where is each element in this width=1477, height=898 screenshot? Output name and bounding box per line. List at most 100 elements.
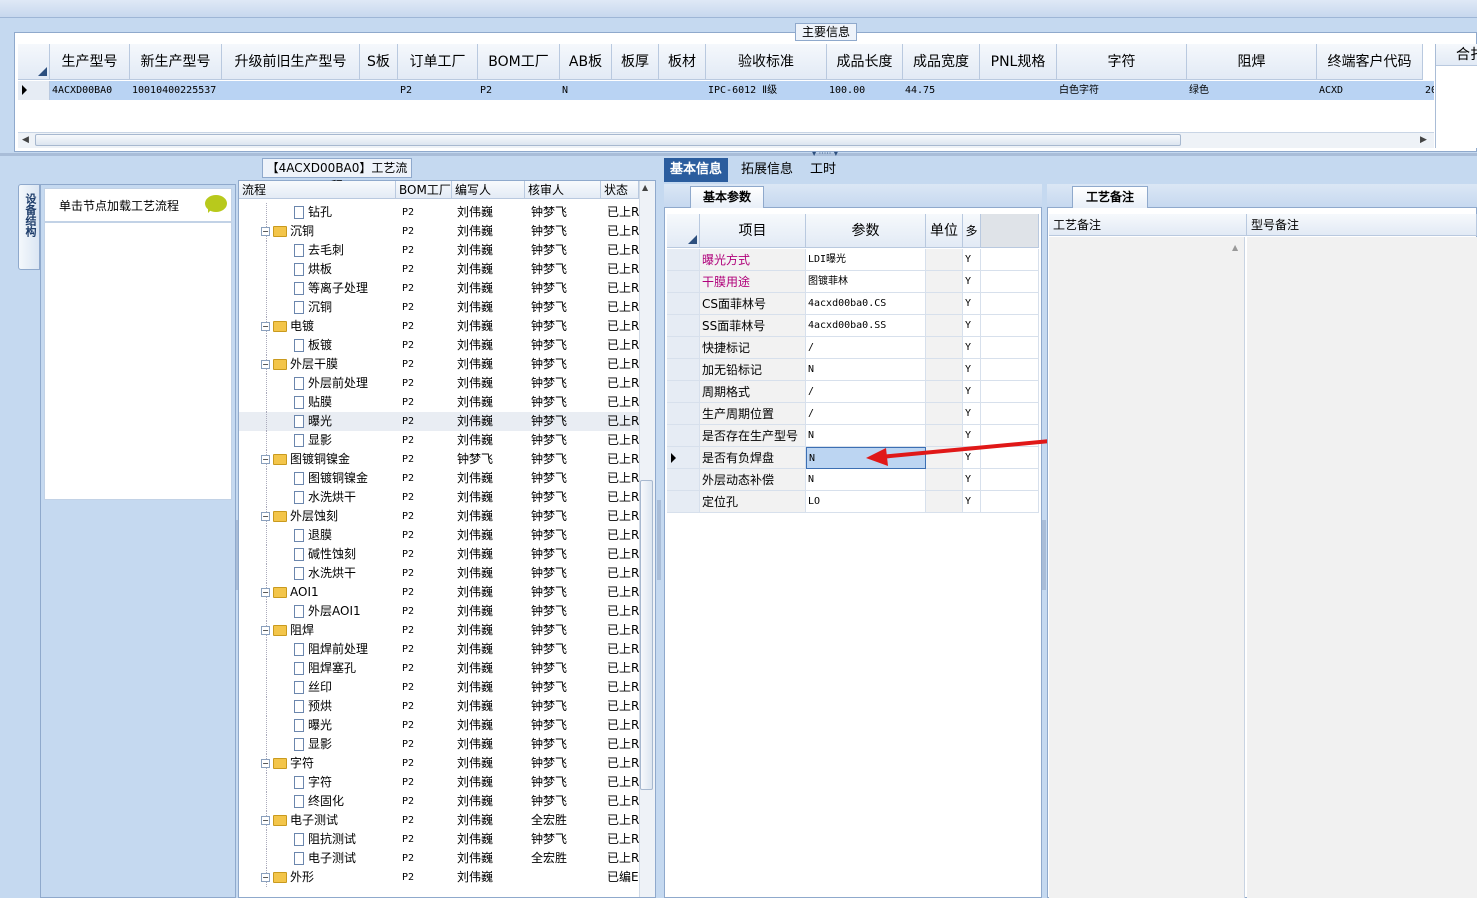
- collapse-toggle-icon[interactable]: −: [261, 626, 270, 635]
- process-tree-row[interactable]: 电子测试 P2 刘伟巍 全宏胜 已上R: [239, 849, 639, 868]
- horizontal-scroll-thumb[interactable]: [35, 134, 1181, 146]
- col-ab-board-cell[interactable]: N: [560, 81, 612, 100]
- collapse-toggle-icon[interactable]: −: [261, 455, 270, 464]
- param-row[interactable]: SS面菲林号 4acxd00ba0.SS Y: [667, 315, 1039, 337]
- param-val-cell[interactable]: 图镀菲林: [806, 271, 926, 293]
- process-tree-row[interactable]: 水洗烘干 P2 刘伟巍 钟梦飞 已上R: [239, 564, 639, 583]
- col-length-cell[interactable]: 100.00: [827, 81, 903, 100]
- col-width-cell[interactable]: 44.75: [903, 81, 980, 100]
- process-tree-row[interactable]: − 电镀 P2 刘伟巍 钟梦飞 已上R: [239, 317, 639, 336]
- params-grid-corner[interactable]: [667, 214, 700, 248]
- param-row[interactable]: 曝光方式 LDI曝光 Y: [667, 249, 1039, 271]
- process-tree-row[interactable]: 阻焊塞孔 P2 刘伟巍 钟梦飞 已上R: [239, 659, 639, 678]
- right-splitter[interactable]: [1042, 520, 1046, 590]
- model-remarks-textarea[interactable]: [1247, 237, 1477, 898]
- col-s-board-header[interactable]: S板: [360, 44, 398, 80]
- process-tree-row[interactable]: − 电子测试 P2 刘伟巍 全宏胜 已上R: [239, 811, 639, 830]
- process-tree-row[interactable]: 曝光 P2 刘伟巍 钟梦飞 已上R: [239, 716, 639, 735]
- param-row[interactable]: 加无铅标记 N Y: [667, 359, 1039, 381]
- col-solder-mask-header[interactable]: 阻焊: [1187, 44, 1317, 80]
- process-tree-row[interactable]: 去毛刺 P2 刘伟巍 钟梦飞 已上R: [239, 241, 639, 260]
- process-col-0-header[interactable]: 流程: [239, 181, 396, 199]
- process-tree-row[interactable]: 预烘 P2 刘伟巍 钟梦飞 已上R: [239, 697, 639, 716]
- param-val-cell[interactable]: /: [806, 403, 926, 425]
- param-val-cell[interactable]: LDI曝光: [806, 249, 926, 271]
- process-tree-row[interactable]: 字符 P2 刘伟巍 钟梦飞 已上R: [239, 773, 639, 792]
- col-standard-cell[interactable]: IPC-6012 Ⅱ级: [706, 81, 827, 100]
- collapse-toggle-icon[interactable]: −: [261, 512, 270, 521]
- col-new-model-cell[interactable]: 10010400225537: [130, 81, 222, 100]
- tab-work-hours[interactable]: 工时: [804, 158, 842, 182]
- col-bom-factory-cell[interactable]: P2: [478, 81, 560, 100]
- process-tree-row[interactable]: − 阻焊 P2 刘伟巍 钟梦飞 已上R: [239, 621, 639, 640]
- col-bom-factory-header[interactable]: BOM工厂: [478, 44, 560, 80]
- process-col-1-header[interactable]: BOM工厂: [396, 181, 452, 199]
- process-tree-row[interactable]: − 字符 P2 刘伟巍 钟梦飞 已上R: [239, 754, 639, 773]
- col-standard-header[interactable]: 验收标准: [706, 44, 827, 80]
- collapse-toggle-icon[interactable]: −: [261, 816, 270, 825]
- process-tree-row[interactable]: 阻焊前处理 P2 刘伟巍 钟梦飞 已上R: [239, 640, 639, 659]
- param-val-cell[interactable]: N: [806, 469, 926, 491]
- tab-basic-params[interactable]: 基本参数: [690, 186, 764, 208]
- params-col-unit[interactable]: 单位: [926, 214, 963, 248]
- params-col-value[interactable]: 参数: [806, 214, 926, 248]
- param-val-cell[interactable]: /: [806, 381, 926, 403]
- col-pnl-cell[interactable]: [980, 81, 1057, 100]
- vertical-tab-equipment[interactable]: 设备结构: [18, 184, 40, 270]
- param-row[interactable]: 快捷标记 / Y: [667, 337, 1039, 359]
- process-tree-row[interactable]: 板镀 P2 刘伟巍 钟梦飞 已上R: [239, 336, 639, 355]
- process-tree-row[interactable]: 阻抗测试 P2 刘伟巍 钟梦飞 已上R: [239, 830, 639, 849]
- col-thickness-cell[interactable]: [612, 81, 659, 100]
- collapse-toggle-icon[interactable]: −: [261, 873, 270, 882]
- col-solder-mask-cell[interactable]: 绿色: [1187, 81, 1317, 100]
- tab-basic-info[interactable]: 基本信息: [664, 158, 729, 182]
- process-tree-row[interactable]: 显影 P2 刘伟巍 钟梦飞 已上R: [239, 735, 639, 754]
- process-tree-row[interactable]: 贴膜 P2 刘伟巍 钟梦飞 已上R: [239, 393, 639, 412]
- param-val-cell[interactable]: /: [806, 337, 926, 359]
- col-ab-board-header[interactable]: AB板: [560, 44, 612, 80]
- scroll-left-icon[interactable]: ◀: [22, 135, 29, 145]
- col-customer-code-cell[interactable]: ACXD: [1317, 81, 1423, 100]
- param-row[interactable]: 周期格式 / Y: [667, 381, 1039, 403]
- param-row[interactable]: 生产周期位置 / Y: [667, 403, 1039, 425]
- middle-splitter[interactable]: [657, 500, 661, 580]
- splitter-grip-icon[interactable]: ▾ ····· ▾: [795, 150, 855, 158]
- equipment-tree-area[interactable]: [44, 222, 232, 500]
- col-s-board-cell[interactable]: [360, 81, 398, 100]
- col-order-factory-header[interactable]: 订单工厂: [398, 44, 478, 80]
- process-tree-row[interactable]: − 外层干膜 P2 刘伟巍 钟梦飞 已上R: [239, 355, 639, 374]
- col-new-model-header[interactable]: 新生产型号: [130, 44, 222, 80]
- col-customer-code-header[interactable]: 终端客户代码: [1317, 44, 1423, 80]
- process-tree-row[interactable]: − 外形 P2 刘伟巍 已编E: [239, 868, 639, 887]
- collapse-toggle-icon[interactable]: −: [261, 588, 270, 597]
- col-material-header[interactable]: 板材: [659, 44, 706, 80]
- col-legend-cell[interactable]: 白色字符: [1057, 81, 1187, 100]
- param-row[interactable]: 定位孔 LO Y: [667, 491, 1039, 513]
- process-tree-row[interactable]: 图镀铜镍金 P2 刘伟巍 钟梦飞 已上R: [239, 469, 639, 488]
- col-legend-header[interactable]: 字符: [1057, 44, 1187, 80]
- collapse-toggle-icon[interactable]: −: [261, 227, 270, 236]
- param-val-cell[interactable]: 4acxd00ba0.SS: [806, 315, 926, 337]
- param-val-cell[interactable]: N: [806, 359, 926, 381]
- collapse-toggle-icon[interactable]: −: [261, 322, 270, 331]
- col-pnl-header[interactable]: PNL规格: [980, 44, 1057, 80]
- process-tree-row[interactable]: 沉铜 P2 刘伟巍 钟梦飞 已上R: [239, 298, 639, 317]
- process-tree-row[interactable]: 等离子处理 P2 刘伟巍 钟梦飞 已上R: [239, 279, 639, 298]
- process-col-2-header[interactable]: 编写人: [452, 181, 525, 199]
- process-tree-row[interactable]: − 图镀铜镍金 P2 钟梦飞 钟梦飞 已上R: [239, 450, 639, 469]
- params-col-item[interactable]: 项目: [700, 214, 806, 248]
- process-tree-row[interactable]: 外层AOI1 P2 刘伟巍 钟梦飞 已上R: [239, 602, 639, 621]
- col-thickness-header[interactable]: 板厚: [612, 44, 659, 80]
- param-val-cell[interactable]: LO: [806, 491, 926, 513]
- col-order-factory-cell[interactable]: P2: [398, 81, 478, 100]
- process-tree-row[interactable]: − 外层蚀刻 P2 刘伟巍 钟梦飞 已上R: [239, 507, 639, 526]
- param-row[interactable]: 干膜用途 图镀菲林 Y: [667, 271, 1039, 293]
- tab-process-remarks[interactable]: 工艺备注: [1072, 186, 1148, 208]
- tab-extended-info[interactable]: 拓展信息: [735, 158, 799, 182]
- remarks-scroll-up-icon[interactable]: ▲: [1232, 243, 1238, 252]
- col-width-header[interactable]: 成品宽度: [903, 44, 980, 80]
- grid-corner[interactable]: [18, 44, 50, 80]
- col-old-model-header[interactable]: 升级前旧生产型号: [222, 44, 360, 80]
- scroll-right-icon[interactable]: ▶: [1420, 135, 1427, 145]
- col-prod-model-cell[interactable]: 4ACXD00BA0: [50, 81, 130, 100]
